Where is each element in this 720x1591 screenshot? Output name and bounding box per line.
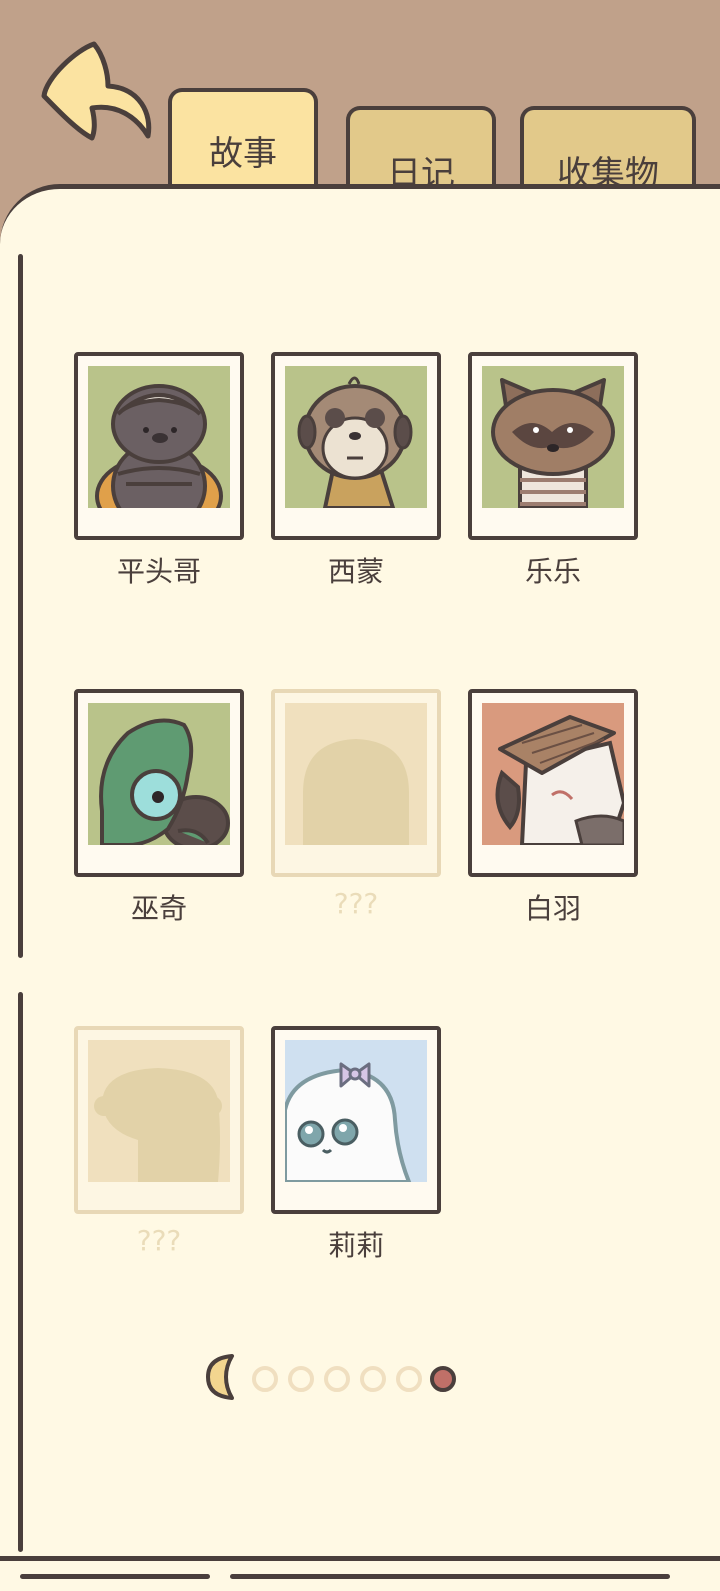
page-indicator [204,1352,474,1402]
character-name: ??? [333,887,379,920]
character-portrait [468,352,638,540]
character-card[interactable]: 乐乐 [468,352,638,590]
character-portrait [74,689,244,877]
character-name: 西蒙 [327,555,384,588]
bird-with-hat-icon [482,703,624,845]
previous-page-icon[interactable] [204,1354,238,1400]
character-portrait [468,689,638,877]
page-dot-3[interactable] [324,1366,350,1392]
silhouette-icon [88,1040,230,1182]
character-card[interactable]: 西蒙 [271,352,441,590]
game-screen: 故事 日记 收集物 平头哥 西蒙 乐乐 巫奇 ??? 白羽 ??? 莉莉 [0,0,720,1591]
page-dot-1[interactable] [252,1366,278,1392]
page-edge [20,1574,210,1579]
locked-character-card[interactable]: ??? [271,689,441,920]
character-portrait [74,352,244,540]
character-card[interactable]: 莉莉 [271,1026,441,1264]
page-dot-6-current[interactable] [430,1366,456,1392]
character-name: 白羽 [524,892,581,925]
ghost-with-bow-icon [285,1040,427,1182]
character-name: 莉莉 [327,1229,384,1262]
margin-line-bottom [18,992,23,1552]
tab-story-label: 故事 [209,134,277,174]
locked-character-card[interactable]: ??? [74,1026,244,1257]
back-button[interactable] [36,38,156,148]
chameleon-icon [88,703,230,845]
silhouette-icon [285,703,427,845]
meerkat-icon [285,366,427,508]
page-dot-4[interactable] [360,1366,386,1392]
character-card[interactable]: 巫奇 [74,689,244,927]
raccoon-dog-icon [482,366,624,508]
character-portrait [271,352,441,540]
back-arrow-icon [41,41,152,141]
character-name: 平头哥 [116,555,201,588]
character-card[interactable]: 白羽 [468,689,638,927]
character-name: 巫奇 [130,892,187,925]
character-portrait [271,1026,441,1214]
character-portrait [74,1026,244,1214]
page-dot-5[interactable] [396,1366,422,1392]
character-name: ??? [136,1224,182,1257]
margin-line-top [18,254,23,958]
character-portrait [271,689,441,877]
honey-badger-icon [88,366,230,508]
page-dot-2[interactable] [288,1366,314,1392]
character-card[interactable]: 平头哥 [74,352,244,590]
page-edge [230,1574,670,1579]
page-edge [0,1556,720,1561]
character-name: 乐乐 [524,555,581,588]
